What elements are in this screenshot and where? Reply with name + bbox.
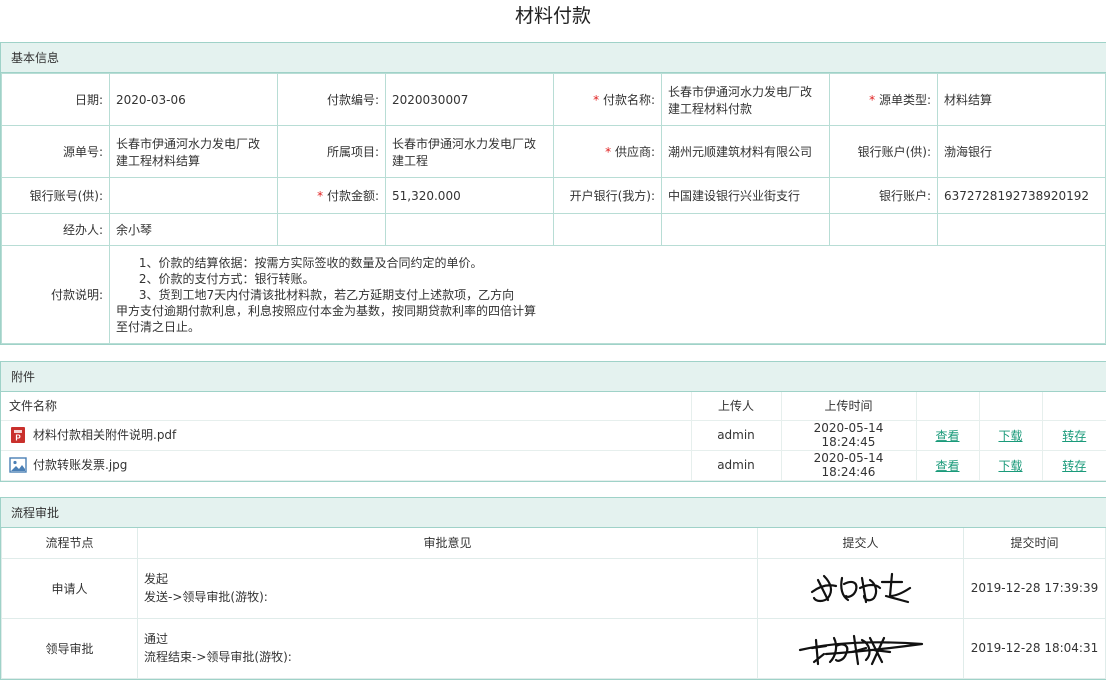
src-type-value: 材料结算 <box>937 73 1106 126</box>
upload-time: 2020-05-14 18:24:45 <box>780 420 916 451</box>
required-mark: * <box>605 145 615 159</box>
download-link[interactable]: 下载 <box>998 459 1022 473</box>
col-uploader: 上传人 <box>690 392 781 421</box>
opinion: 发起 <box>144 572 169 586</box>
handler-label: 经办人: <box>1 213 110 246</box>
src-no-value: 长春市伊通河水力发电厂改建工程材料结算 <box>109 125 278 178</box>
flow-node: 领导审批 <box>1 618 138 679</box>
desc-label: 付款说明: <box>1 245 110 344</box>
submit-time: 2019-12-28 17:39:39 <box>963 558 1106 619</box>
pay-name-value: 长春市伊通河水力发电厂改建工程材料付款 <box>661 73 830 126</box>
bank-acct-label: 银行账户: <box>829 177 938 214</box>
table-row: 领导审批 通过 流程结束->领导审批(游牧): 2019-12-28 18:04… <box>1 618 1106 679</box>
table-row: 申请人 发起 发送->领导审批(游牧): 2019-12-28 17:39:39 <box>1 558 1106 619</box>
col-blank <box>915 392 979 421</box>
pay-no-label: 付款编号: <box>277 73 386 126</box>
empty-cell <box>937 213 1106 246</box>
attachment-table: 文件名称 上传人 上传时间 P 材料付款相关附件说明.pdf admin 2020… <box>1 392 1106 481</box>
download-link[interactable]: 下载 <box>998 429 1022 443</box>
amount-label-cell: * 付款金额: <box>277 177 386 214</box>
opinion-cell: 发起 发送->领导审批(游牧): <box>137 558 758 619</box>
submit-time: 2019-12-28 18:04:31 <box>963 618 1106 679</box>
uploader: admin <box>690 420 781 451</box>
our-bank-value: 中国建设银行兴业街支行 <box>661 177 830 214</box>
amount-value: 51,320.000 <box>385 177 554 214</box>
table-row: 付款转账发票.jpg admin 2020-05-14 18:24:46 查看 … <box>1 450 1106 481</box>
bank-acct-value: 6372728192738920192 <box>937 177 1106 214</box>
opinion-action: 发送->领导审批(游牧): <box>144 590 268 604</box>
desc-value: 1、价款的结算依据：按需方实际签收的数量及合同约定的单价。 2、价款的支付方式：… <box>109 245 1106 344</box>
col-submit-time: 提交时间 <box>963 528 1106 559</box>
amount-label: 付款金额: <box>326 189 379 203</box>
empty-cell <box>277 213 386 246</box>
pay-name-label-cell: * 付款名称: <box>553 73 662 126</box>
pay-no-value: 2020030007 <box>385 73 554 126</box>
handler-value: 余小琴 <box>109 213 278 246</box>
src-type-label-cell: * 源单类型: <box>829 73 938 126</box>
table-row: P 材料付款相关附件说明.pdf admin 2020-05-14 18:24:4… <box>1 420 1106 451</box>
our-bank-label: 开户银行(我方): <box>553 177 662 214</box>
date-label: 日期: <box>1 73 110 126</box>
approval-panel: 流程审批 流程节点 审批意见 提交人 提交时间 申请人 发起 发送->领导审批(… <box>0 497 1106 680</box>
required-mark: * <box>869 93 879 107</box>
bankno-sup-label: 银行账号(供): <box>1 177 110 214</box>
empty-cell <box>553 213 662 246</box>
supplier-label: 供应商: <box>614 145 655 159</box>
pdf-file-icon: P <box>11 427 25 444</box>
file-name-cell: 付款转账发票.jpg <box>1 450 691 481</box>
bank-sup-label: 银行账户(供): <box>829 125 938 178</box>
basic-info-table: 日期: 2020-03-06 付款编号: 2020030007 * 付款名称: … <box>1 73 1106 344</box>
project-value: 长春市伊通河水力发电厂改建工程 <box>385 125 554 178</box>
file-name: 付款转账发票.jpg <box>33 457 128 472</box>
attachment-header: 附件 <box>1 362 1106 392</box>
empty-cell <box>385 213 554 246</box>
col-blank <box>978 392 1042 421</box>
signature-image <box>810 572 911 604</box>
col-filename: 文件名称 <box>1 392 691 421</box>
bank-sup-value: 渤海银行 <box>937 125 1106 178</box>
save-link[interactable]: 转存 <box>1062 459 1086 473</box>
pay-name-label: 付款名称: <box>602 93 655 107</box>
basic-info-panel: 基本信息 日期: 2020-03-06 付款编号: 2020030007 * 付… <box>0 42 1106 345</box>
signature-image <box>798 634 923 666</box>
supplier-value: 潮州元顺建筑材料有限公司 <box>661 125 830 178</box>
bankno-sup-value <box>109 177 278 214</box>
required-mark: * <box>593 93 603 107</box>
upload-time: 2020-05-14 18:24:46 <box>780 450 916 481</box>
src-no-label: 源单号: <box>1 125 110 178</box>
view-link[interactable]: 查看 <box>935 459 959 473</box>
flow-node: 申请人 <box>1 558 138 619</box>
signature-cell <box>757 618 964 679</box>
col-submitter: 提交人 <box>757 528 964 559</box>
signature-cell <box>757 558 964 619</box>
col-upload-time: 上传时间 <box>780 392 916 421</box>
view-link[interactable]: 查看 <box>935 429 959 443</box>
supplier-label-cell: * 供应商: <box>553 125 662 178</box>
approval-header: 流程审批 <box>1 498 1106 528</box>
empty-cell <box>829 213 938 246</box>
page-title: 材料付款 <box>514 5 591 27</box>
src-type-label: 源单类型: <box>878 93 931 107</box>
empty-cell <box>661 213 830 246</box>
date-value: 2020-03-06 <box>109 73 278 126</box>
required-mark: * <box>317 189 327 203</box>
approval-table: 流程节点 审批意见 提交人 提交时间 申请人 发起 发送->领导审批(游牧): <box>1 528 1106 679</box>
file-name-cell: P 材料付款相关附件说明.pdf <box>1 420 691 451</box>
attachment-panel: 附件 文件名称 上传人 上传时间 P 材料付款相关附件说明.pdf admin 2… <box>0 361 1106 482</box>
project-label: 所属项目: <box>277 125 386 178</box>
image-file-icon <box>9 457 27 473</box>
file-name: 材料付款相关附件说明.pdf <box>33 427 177 442</box>
col-node: 流程节点 <box>1 528 138 559</box>
col-blank <box>1041 392 1106 421</box>
basic-info-header: 基本信息 <box>1 43 1106 73</box>
svg-text:P: P <box>15 434 21 443</box>
opinion: 通过 <box>144 632 169 646</box>
col-opinion: 审批意见 <box>137 528 758 559</box>
opinion-cell: 通过 流程结束->领导审批(游牧): <box>137 618 758 679</box>
opinion-action: 流程结束->领导审批(游牧): <box>144 650 292 664</box>
save-link[interactable]: 转存 <box>1062 429 1086 443</box>
uploader: admin <box>690 450 781 481</box>
